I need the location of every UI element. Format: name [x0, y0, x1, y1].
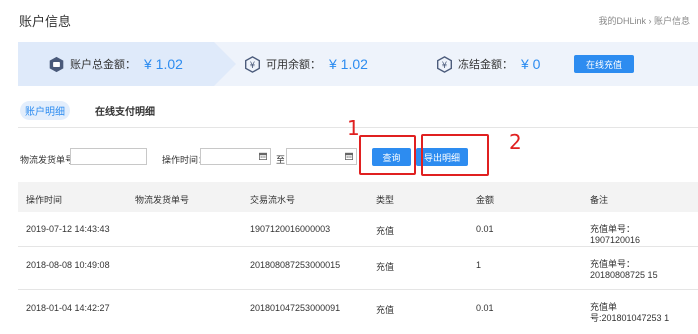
- logistics-number-label: 物流发货单号: [20, 155, 75, 165]
- column-header-time: 操作时间: [26, 195, 63, 205]
- frozen-amount-item: ¥ 冻结金额： ¥ 0: [436, 55, 540, 73]
- frozen-amount-label: 冻结金额：: [458, 59, 513, 71]
- cell-time: 2018-08-08 10:49:08: [26, 260, 110, 270]
- cell-time: 2018-01-04 14:42:27: [26, 303, 110, 313]
- highlight-box-query: [359, 135, 416, 175]
- cell-note: 充值单号：1907120016: [590, 224, 641, 245]
- table-row: 2019-07-12 14:43:43 1907120016000003 充值 …: [18, 212, 698, 247]
- start-date-input[interactable]: [200, 148, 271, 165]
- available-balance-item: ¥ 可用余额： ¥ 1.02: [244, 55, 368, 73]
- lock-yen-icon: ¥: [437, 55, 452, 73]
- column-header-amount: 金额: [476, 195, 495, 205]
- calendar-icon[interactable]: [259, 152, 267, 160]
- highlight-box-export: [421, 134, 489, 176]
- cell-serial: 201801047253000091: [250, 303, 341, 313]
- column-header-logistics: 物流发货单号: [135, 195, 190, 205]
- cell-note: 充值单号：20180808725 15: [590, 259, 658, 280]
- cell-amount: 0.01: [476, 224, 494, 234]
- cell-amount: 1: [476, 260, 482, 270]
- annotation-number-2: 2: [509, 130, 522, 154]
- cell-serial: 201808087253000015: [250, 260, 341, 270]
- cell-type: 充值: [376, 226, 395, 236]
- wallet-icon: [49, 56, 64, 72]
- cell-time: 2019-07-12 14:43:43: [26, 224, 110, 234]
- online-recharge-button[interactable]: 在线充值: [574, 55, 634, 73]
- logistics-number-input[interactable]: [70, 148, 147, 165]
- annotation-number-1: 1: [347, 116, 360, 140]
- yen-hex-icon: ¥: [245, 55, 260, 73]
- available-balance-label: 可用余额：: [266, 59, 321, 71]
- end-date-input[interactable]: [286, 148, 357, 165]
- total-amount-label: 账户总金额：: [70, 59, 136, 71]
- cell-serial: 1907120016000003: [250, 224, 331, 234]
- column-header-serial: 交易流水号: [250, 195, 296, 205]
- available-balance-value: ¥ 1.02: [329, 56, 368, 72]
- cell-type: 充值: [376, 262, 395, 272]
- svg-text:¥: ¥: [250, 60, 256, 70]
- table-header: 操作时间 物流发货单号 交易流水号 类型 金额 备注: [18, 182, 698, 212]
- summary-arrow: [214, 42, 236, 86]
- breadcrumb[interactable]: 我的DHLink › 账户信息: [598, 14, 690, 27]
- column-header-note: 备注: [590, 195, 609, 205]
- tab-online-payment-details[interactable]: 在线支付明细: [90, 101, 160, 120]
- table-row: 2018-01-04 14:42:27 201801047253000091 充…: [18, 290, 698, 334]
- total-amount-value: ¥ 1.02: [144, 56, 183, 72]
- svg-text:¥: ¥: [442, 60, 448, 70]
- calendar-icon[interactable]: [345, 152, 353, 160]
- cell-note: 充值单号:201801047253 1: [590, 302, 670, 323]
- cell-type: 充值: [376, 305, 395, 315]
- column-header-type: 类型: [376, 195, 395, 205]
- table-row: 2018-08-08 10:49:08 201808087253000015 充…: [18, 247, 698, 290]
- page-title: 账户信息: [19, 14, 72, 29]
- date-range-separator: 至: [276, 155, 286, 165]
- cell-amount: 0.01: [476, 303, 494, 313]
- total-amount-item: 账户总金额： ¥ 1.02: [48, 55, 183, 73]
- frozen-amount-value: ¥ 0: [521, 56, 541, 72]
- tab-account-details[interactable]: 账户明细: [20, 101, 70, 120]
